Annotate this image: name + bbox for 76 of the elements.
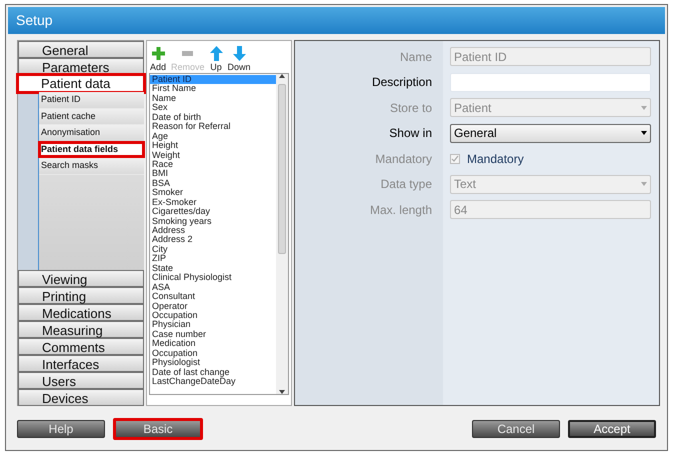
field-label: Mandatory <box>375 150 432 168</box>
nav-subitem[interactable]: Patient cache <box>39 108 144 125</box>
list-item[interactable]: Physiologist <box>150 358 276 368</box>
list-item[interactable]: Sex <box>150 103 276 113</box>
nav-subitem[interactable]: Search masks <box>39 158 144 174</box>
list-item[interactable]: Name <box>150 94 276 104</box>
list-item[interactable]: Medication <box>150 339 276 349</box>
text-field[interactable] <box>450 72 651 92</box>
field-label: Show in <box>389 125 432 142</box>
list-item[interactable]: Age <box>150 132 276 142</box>
list-item[interactable]: Consultant <box>150 292 276 302</box>
list-item[interactable]: Cigarettes/day <box>150 207 276 217</box>
list-item[interactable]: Smoker <box>150 188 276 198</box>
window-title: Setup <box>16 11 53 30</box>
dialog-button[interactable]: Basic <box>113 418 203 440</box>
list-item[interactable]: Patient ID <box>150 75 276 84</box>
arrow-down-icon <box>232 46 246 61</box>
dialog-button[interactable]: Accept <box>568 420 656 438</box>
toolbar-button[interactable]: Up <box>210 46 223 72</box>
field-label: Name <box>400 48 432 66</box>
list-item[interactable]: Operator <box>150 302 276 311</box>
caret-icon <box>641 182 647 186</box>
caret-icon <box>641 131 647 135</box>
list-item[interactable]: First Name <box>150 84 276 94</box>
field-label: Store to <box>390 100 432 116</box>
list-item[interactable]: Case number <box>150 330 276 340</box>
checkbox-label: Mandatory <box>467 150 524 168</box>
list-item[interactable]: Physician <box>150 320 276 330</box>
list-item[interactable]: Date of birth <box>150 112 276 122</box>
nav-category[interactable]: Interfaces <box>18 355 144 372</box>
arrow-up-icon <box>210 46 223 61</box>
list-item[interactable]: Occupation <box>150 310 276 320</box>
list-item[interactable]: Address 2 <box>150 235 276 245</box>
nav-category[interactable]: Comments <box>18 338 144 355</box>
list-item[interactable]: State <box>150 264 276 274</box>
dropdown[interactable]: General <box>450 124 651 142</box>
list-item[interactable]: Race <box>150 160 276 170</box>
list-item[interactable]: Date of last change <box>150 368 276 377</box>
plus-icon <box>152 47 164 60</box>
field-label: Max. length <box>370 202 432 218</box>
toolbar-button[interactable]: Add <box>150 46 166 72</box>
dialog-button[interactable]: Help <box>17 420 105 438</box>
list-item[interactable]: LastChangeDateDay <box>150 377 276 386</box>
list-item[interactable]: ZIP <box>150 254 276 264</box>
list-item[interactable]: Reason for Referral <box>150 122 276 132</box>
field-label: Description <box>372 74 432 91</box>
list-item[interactable]: Weight <box>150 150 276 160</box>
list-item[interactable]: BMI <box>150 169 276 179</box>
scrollbar[interactable] <box>276 74 288 394</box>
minus-icon <box>182 51 194 56</box>
list-item[interactable]: Smoking years <box>150 216 276 226</box>
list-item[interactable]: Height <box>150 141 276 150</box>
caret-icon <box>641 106 647 110</box>
list-item[interactable]: BSA <box>150 178 276 188</box>
scroll-down-icon[interactable] <box>279 390 285 394</box>
field-label: Data type <box>380 176 432 193</box>
nav-category[interactable]: Devices <box>18 389 144 406</box>
nav-category[interactable]: Users <box>18 372 144 389</box>
list-item[interactable]: Ex-Smoker <box>150 198 276 208</box>
list-item[interactable]: ASA <box>150 282 276 292</box>
scroll-thumb[interactable] <box>278 84 286 254</box>
list-item[interactable]: Clinical Physiologist <box>150 273 276 283</box>
toolbar-button[interactable]: Down <box>228 46 251 72</box>
nav-subitem[interactable]: Anonymisation <box>39 125 144 142</box>
nav-category[interactable]: Printing <box>18 287 144 304</box>
list-item[interactable]: Address <box>150 226 276 236</box>
list-item[interactable]: Occupation <box>150 348 276 358</box>
nav-subitem[interactable]: Patient ID <box>39 92 144 108</box>
nav-category[interactable]: Measuring <box>18 321 144 338</box>
nav-category[interactable]: General <box>18 41 144 58</box>
nav-category[interactable]: Patient data <box>18 75 144 92</box>
list-item[interactable]: City <box>150 244 276 254</box>
nav-category[interactable]: Viewing <box>18 270 144 287</box>
nav-subitem[interactable]: Patient data fields <box>39 142 144 158</box>
nav-category[interactable]: Medications <box>18 304 144 321</box>
dialog-button[interactable]: Cancel <box>472 420 560 438</box>
